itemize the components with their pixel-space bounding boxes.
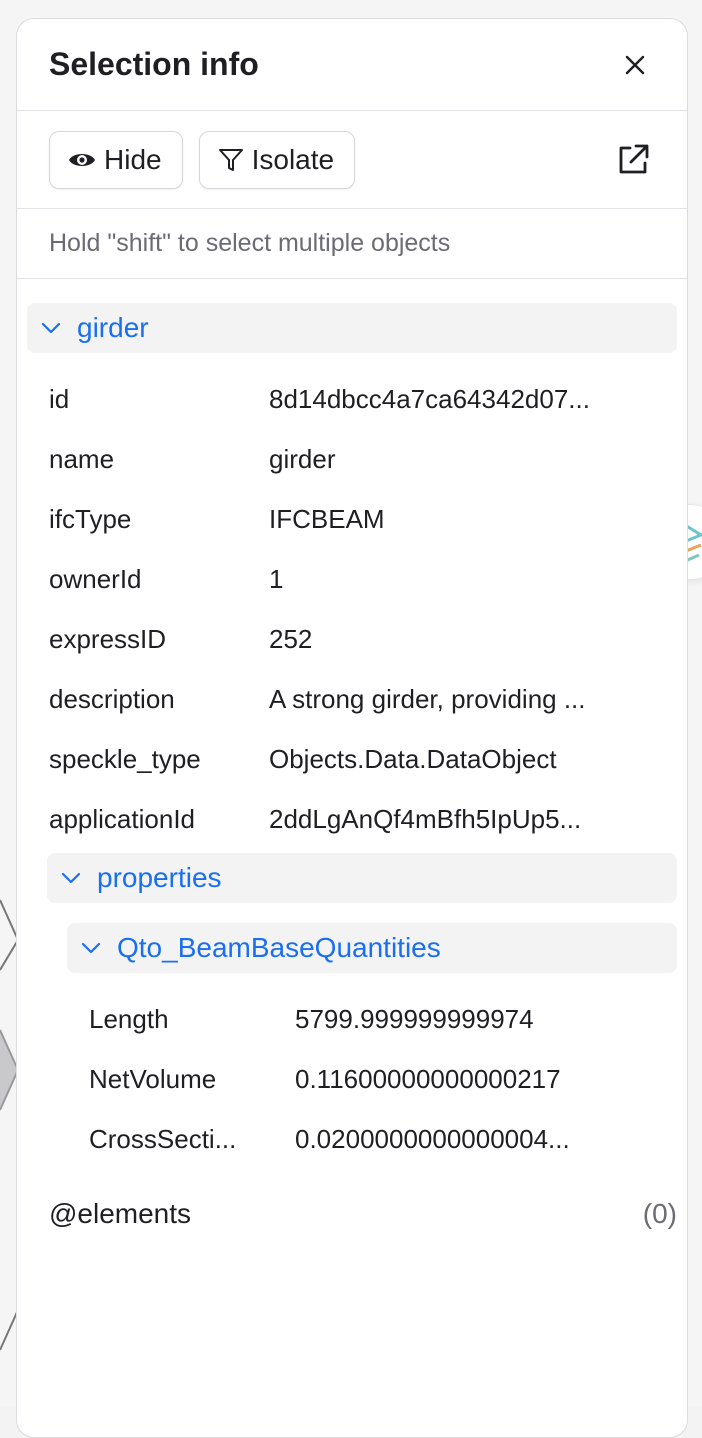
- object-group-header[interactable]: girder: [27, 303, 677, 353]
- field-key: speckle_type: [49, 743, 201, 774]
- field-value[interactable]: 2ddLgAnQf4mBfh5IpUp5...: [269, 804, 581, 835]
- field-row: id 8d14dbcc4a7ca64342d07...: [49, 369, 669, 429]
- eye-icon: [69, 153, 95, 166]
- open-in-new-window-button[interactable]: [611, 138, 655, 182]
- field-row: description A strong girder, providing .…: [49, 669, 669, 729]
- close-icon: [625, 55, 645, 74]
- quantity-row: NetVolume 0.11600000000000217: [89, 1049, 669, 1109]
- field-row: name girder: [49, 429, 669, 489]
- field-value[interactable]: girder: [269, 444, 335, 475]
- properties-group-header[interactable]: properties: [47, 853, 677, 903]
- field-value[interactable]: A strong girder, providing ...: [269, 684, 586, 715]
- chevron-down-icon: [81, 942, 101, 954]
- quantity-key: Length: [89, 1003, 169, 1034]
- elements-count: (0): [642, 1198, 677, 1229]
- field-key: id: [49, 383, 70, 414]
- close-button[interactable]: [615, 45, 655, 85]
- chevron-down-icon: [61, 872, 81, 884]
- quantity-key: CrossSecti...: [89, 1123, 237, 1154]
- field-value[interactable]: 1: [269, 564, 283, 595]
- filter-icon: [218, 148, 243, 171]
- quantity-value[interactable]: 0.11600000000000217: [295, 1064, 561, 1095]
- panel-title: Selection info: [49, 46, 259, 82]
- field-row: speckle_type Objects.Data.DataObject: [49, 729, 669, 789]
- hide-button[interactable]: Hide: [49, 130, 183, 189]
- quantity-row: CrossSecti... 0.0200000000000004...: [89, 1109, 669, 1169]
- qto-group-header[interactable]: Qto_BeamBaseQuantities: [67, 923, 677, 973]
- field-key: ownerId: [49, 563, 142, 594]
- field-value[interactable]: 8d14dbcc4a7ca64342d07...: [269, 384, 590, 415]
- field-row: expressID 252: [49, 609, 669, 669]
- panel-header: Selection info: [17, 19, 687, 111]
- external-link-icon: [619, 144, 649, 173]
- field-value[interactable]: IFCBEAM: [269, 504, 385, 535]
- field-key: name: [49, 443, 115, 474]
- isolate-button-label: Isolate: [251, 143, 335, 175]
- properties-group-label: properties: [97, 862, 222, 893]
- field-value[interactable]: Objects.Data.DataObject: [269, 744, 557, 775]
- elements-row[interactable]: @elements (0): [49, 1189, 677, 1239]
- field-key: expressID: [49, 623, 167, 654]
- selection-info-panel: Selection info Hide Isolate Hold "shift"…: [16, 18, 688, 1438]
- object-group-label: girder: [77, 312, 149, 343]
- quantity-row: Length 5799.999999999974: [89, 989, 669, 1049]
- field-key: ifcType: [49, 503, 132, 534]
- quantity-key: NetVolume: [89, 1063, 217, 1094]
- field-row: ownerId 1: [49, 549, 669, 609]
- elements-label: @elements: [49, 1198, 192, 1229]
- quantity-value[interactable]: 0.0200000000000004...: [295, 1124, 570, 1155]
- field-row: ifcType IFCBEAM: [49, 489, 669, 549]
- field-value[interactable]: 252: [269, 624, 312, 655]
- isolate-button[interactable]: Isolate: [198, 130, 356, 189]
- quantity-value[interactable]: 5799.999999999974: [295, 1004, 534, 1035]
- field-key: applicationId: [49, 803, 195, 834]
- field-row: applicationId 2ddLgAnQf4mBfh5IpUp5...: [49, 789, 669, 849]
- qto-group-label: Qto_BeamBaseQuantities: [117, 932, 441, 963]
- field-key: description: [49, 683, 175, 714]
- chevron-down-icon: [41, 322, 61, 334]
- multi-select-hint: Hold "shift" to select multiple objects: [17, 209, 687, 279]
- hide-button-label: Hide: [104, 143, 162, 175]
- panel-toolbar: Hide Isolate: [17, 111, 687, 209]
